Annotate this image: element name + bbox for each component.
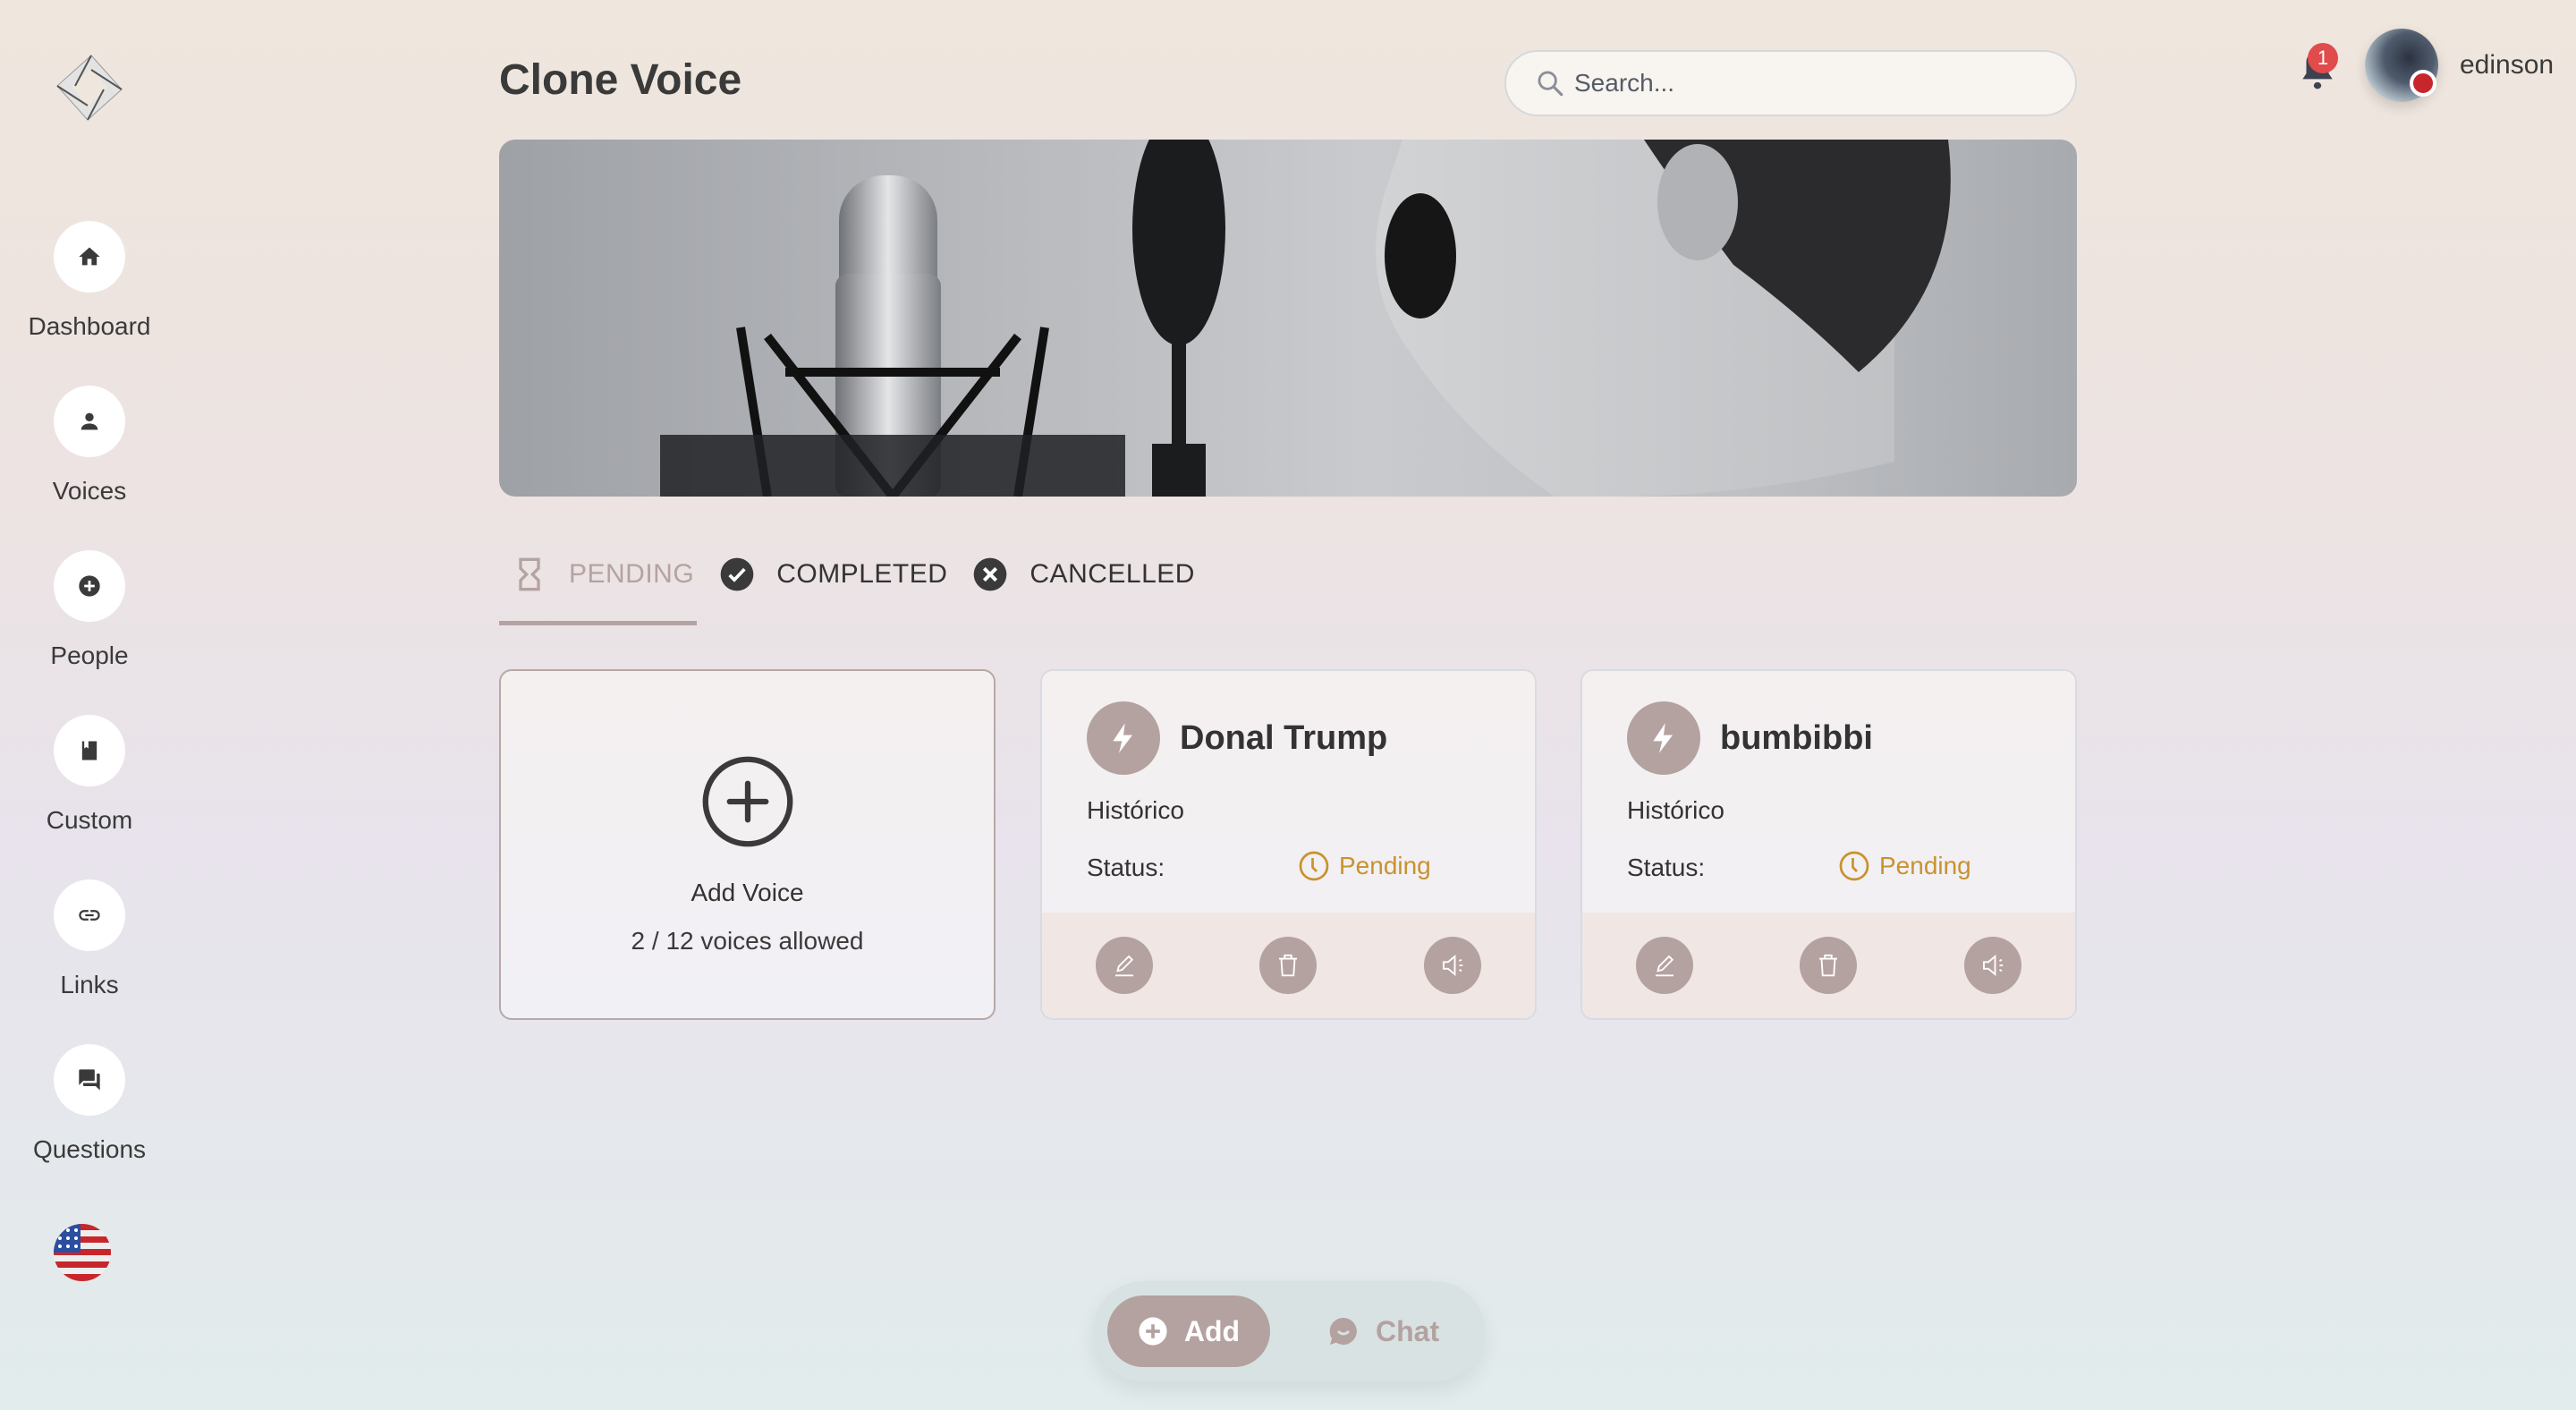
add-circle-icon	[1139, 1317, 1167, 1346]
sidebar-item-voices[interactable]: Voices	[0, 386, 179, 505]
status-badge: Pending	[1838, 850, 1971, 882]
tab-cancelled[interactable]: CANCELLED	[960, 556, 1208, 592]
play-audio-button[interactable]	[1964, 937, 2022, 994]
card-actions	[1582, 913, 2075, 1018]
nav-button[interactable]	[54, 879, 125, 951]
sidebar-item-label: Questions	[32, 1135, 147, 1163]
tab-label: PENDING	[569, 559, 695, 589]
sidebar-item-label: Custom	[46, 806, 133, 834]
clock-icon	[1299, 851, 1329, 881]
add-button-label: Add	[1183, 1314, 1241, 1347]
bottom-action-bar: Add Chat	[1093, 1281, 1485, 1381]
voice-avatar	[1627, 701, 1700, 775]
search-bar[interactable]	[1504, 50, 2077, 116]
pencil-icon	[1114, 955, 1133, 977]
chat-button[interactable]: Chat	[1327, 1315, 1439, 1348]
nav-button[interactable]	[54, 386, 125, 457]
check-circle-icon	[720, 557, 754, 591]
search-icon	[1538, 71, 1563, 97]
tab-pending[interactable]: PENDING	[499, 556, 707, 592]
sidebar-item-label: People	[50, 641, 129, 669]
avatar-status-badge	[2410, 70, 2436, 97]
edit-button[interactable]	[1095, 937, 1153, 994]
sidebar-item-people[interactable]: People	[0, 550, 179, 670]
trash-icon	[1819, 954, 1838, 977]
delete-button[interactable]	[1259, 937, 1318, 994]
username[interactable]: edinson	[2460, 50, 2554, 81]
trash-icon	[1279, 954, 1298, 977]
add-circle-icon	[79, 575, 100, 597]
play-audio-button[interactable]	[1424, 937, 1482, 994]
add-voice-title: Add Voice	[691, 879, 804, 906]
status-badge: Pending	[1298, 850, 1431, 882]
voices-allowed-count: 2 / 12 voices allowed	[631, 927, 864, 955]
app-logo[interactable]	[54, 52, 125, 123]
sidebar-item-questions[interactable]: Questions	[0, 1044, 179, 1164]
status-label: Status:	[1087, 854, 1165, 881]
sidebar-item-dashboard[interactable]: Dashboard	[0, 221, 179, 341]
search-input[interactable]	[1574, 69, 2039, 98]
speaker-icon	[1443, 954, 1463, 977]
speaker-icon	[1983, 954, 2004, 977]
hourglass-icon	[519, 557, 540, 591]
add-circle-outline-icon	[702, 756, 792, 847]
tab-label: COMPLETED	[776, 559, 948, 589]
voice-name: Donal Trump	[1180, 718, 1388, 757]
us-flag-icon[interactable]	[54, 1224, 111, 1281]
status-label: Status:	[1627, 854, 1706, 881]
pencil-icon	[1655, 955, 1674, 977]
voice-card: Donal Trump Histórico Status: Pending	[1040, 669, 1537, 1020]
nav-button[interactable]	[54, 1044, 125, 1116]
forum-icon	[79, 1069, 100, 1091]
chat-bubble-icon	[1329, 1317, 1357, 1345]
tab-completed[interactable]: COMPLETED	[707, 556, 960, 592]
tab-label: CANCELLED	[1030, 559, 1195, 589]
nav-button[interactable]	[54, 550, 125, 622]
sidebar-item-label: Dashboard	[28, 312, 151, 340]
banner-image	[499, 140, 2077, 497]
sidebar-item-links[interactable]: Links	[0, 879, 179, 999]
sidebar-item-custom[interactable]: Custom	[0, 715, 179, 835]
status-tabs: PENDING COMPLETED CANCELLED	[499, 548, 1208, 601]
home-icon	[79, 247, 100, 266]
cancel-circle-icon	[974, 557, 1007, 591]
page-title: Clone Voice	[499, 56, 742, 104]
clock-icon	[1839, 851, 1869, 881]
edit-button[interactable]	[1635, 937, 1693, 994]
voice-card: bumbibbi Histórico Status: Pending	[1580, 669, 2077, 1020]
nav-button[interactable]	[54, 221, 125, 293]
bolt-icon	[1113, 723, 1132, 753]
book-icon	[81, 741, 97, 760]
card-actions	[1042, 913, 1535, 1018]
chat-button-label: Chat	[1376, 1314, 1440, 1347]
sidebar-item-label: Links	[60, 971, 119, 998]
voice-category: Histórico	[1087, 796, 1184, 824]
active-tab-indicator	[499, 621, 697, 625]
link-icon	[79, 910, 100, 921]
nav-button[interactable]	[54, 715, 125, 786]
notification-badge: 1	[2308, 43, 2338, 73]
person-icon	[80, 412, 98, 430]
add-voice-card[interactable]: Add Voice 2 / 12 voices allowed	[499, 669, 996, 1020]
add-button[interactable]: Add	[1107, 1295, 1270, 1367]
voice-category: Histórico	[1627, 796, 1724, 824]
voice-avatar	[1087, 701, 1160, 775]
sidebar-item-label: Voices	[52, 477, 127, 505]
bolt-icon	[1653, 723, 1673, 753]
status-value: Pending	[1879, 852, 1971, 879]
delete-button[interactable]	[1800, 937, 1858, 994]
status-value: Pending	[1339, 852, 1431, 879]
voice-name: bumbibbi	[1720, 718, 1873, 757]
